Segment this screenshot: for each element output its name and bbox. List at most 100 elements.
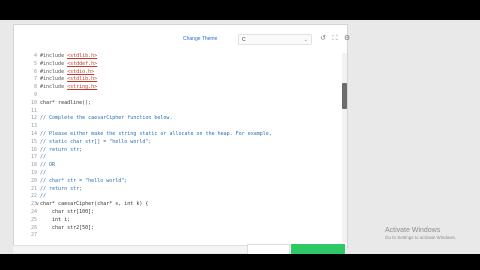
preprocessor-directive: #include (40, 53, 68, 59)
line-number: 17 (30, 154, 37, 161)
code-comment: // return str; (40, 146, 83, 153)
include-header: <stdlib.h> (67, 53, 98, 59)
code-line: 5 #include <stddef.h> (14, 61, 342, 69)
line-number: 24 (30, 208, 37, 215)
code-text: char* caesarCipher(char* s, int k) { (40, 201, 149, 208)
line-code: char str2[50]; (40, 225, 94, 233)
line-code: // return str; (40, 147, 82, 155)
line-code: // Complete the caesarCipher function be… (40, 115, 172, 123)
language-select[interactable]: C ⌄ (238, 34, 312, 45)
line-code: #include <stdlib.h> (40, 76, 97, 84)
scrollbar-thumb[interactable] (342, 83, 347, 109)
include-header: <string.h> (67, 84, 98, 91)
line-number: 23 (30, 201, 37, 208)
line-number: 21 (30, 185, 37, 192)
code-comment: // (40, 154, 47, 161)
code-comment: // return str; (40, 185, 83, 192)
video-letterbox-top (0, 0, 480, 20)
line-number: 18 (30, 162, 37, 169)
line-code: // return str; (40, 186, 82, 194)
line-number: 14 (30, 130, 37, 137)
line-number: 6 (33, 68, 37, 75)
line-number: 11 (30, 107, 37, 114)
line-number: 5 (33, 60, 37, 67)
line-number: 7 (33, 76, 37, 83)
line-number: 19 (30, 169, 37, 176)
line-code: #include <stddef.h> (40, 61, 97, 69)
line-code: // (40, 154, 46, 162)
preprocessor-directive: #include (40, 76, 68, 83)
activate-windows-watermark: Activate Windows Go to Settings to activ… (385, 227, 456, 240)
editor-toolbar: Change Theme C ⌄ ↺ ⛶ ⚙ (14, 25, 350, 53)
code-line: 8 #include <string.h> (14, 84, 342, 92)
code-line: 18// OR (14, 162, 342, 170)
include-header: <stdlib.h> (67, 76, 98, 83)
settings-icon[interactable]: ⚙ (342, 34, 352, 44)
code-comment: // OR (40, 162, 56, 169)
line-code: #include <string.h> (40, 84, 97, 92)
line-number: 20 (30, 177, 37, 184)
preprocessor-directive: #include (40, 68, 68, 75)
code-comment: // (40, 169, 47, 176)
code-line: 13 (14, 123, 342, 131)
line-number: 27 (30, 232, 37, 239)
line-code: // (40, 193, 46, 201)
line-code: int i; (40, 217, 70, 225)
preprocessor-directive: #include (40, 84, 68, 91)
change-theme-link[interactable]: Change Theme (183, 36, 217, 42)
include-header: <stdio.h> (67, 68, 95, 75)
line-code: // OR (40, 162, 55, 170)
code-text: char* readline(); (40, 99, 92, 106)
line-number: 25 (30, 216, 37, 223)
code-text: char str[100]; (40, 208, 95, 215)
chevron-down-icon: ⌄ (303, 37, 308, 43)
code-line: 20// char* str = "hello world"; (14, 178, 342, 186)
code-area[interactable]: 4 #include <stdlib.h> 5 #include <stddef.h>… (14, 53, 342, 243)
code-comment: // Please either make the string static … (40, 130, 272, 137)
code-line: 7 #include <stdlib.h> (14, 76, 342, 84)
fullscreen-icon[interactable]: ⛶ (330, 34, 340, 44)
line-number: 26 (30, 224, 37, 231)
code-line: 6 #include <stdio.h> (14, 69, 342, 77)
submit-code-button[interactable] (291, 244, 345, 254)
code-comment: // (40, 193, 47, 200)
line-number: 4 (33, 53, 37, 59)
fold-chevron-icon[interactable]: ∨ (36, 201, 39, 209)
line-code: char* readline(); (40, 100, 91, 108)
include-header: <stddef.h> (67, 60, 98, 67)
preprocessor-directive: #include (40, 60, 68, 67)
code-line: 15// static char str[] = "hello world"; (14, 139, 342, 147)
watermark-title: Activate Windows (385, 227, 441, 234)
watermark-subtitle: Go to Settings to activate Windows. (385, 235, 457, 240)
line-number: 22 (30, 193, 37, 200)
code-line: 16// return str; (14, 147, 342, 155)
line-number: 12 (30, 115, 37, 122)
code-line: 22// (14, 193, 342, 201)
line-number: 10 (30, 99, 37, 106)
editor-scrollbar[interactable] (342, 53, 347, 243)
code-line: 14// Please either make the string stati… (14, 131, 342, 139)
line-code: #include <stdlib.h> (40, 53, 97, 61)
line-number: 16 (30, 146, 37, 153)
line-number: 9 (33, 91, 37, 98)
code-line: 21// return str; (14, 186, 342, 194)
line-code: ∨ char* caesarCipher(char* s, int k) { (36, 201, 149, 209)
code-line: 12// Complete the caesarCipher function … (14, 115, 342, 123)
history-icon[interactable]: ↺ (318, 34, 328, 44)
line-code: // Please either make the string static … (40, 131, 272, 139)
line-code: // (40, 170, 46, 178)
line-number: 8 (33, 84, 37, 91)
language-value: C (242, 37, 246, 43)
code-text: char str2[50]; (40, 224, 95, 231)
code-line: 9 (14, 92, 342, 100)
code-comment: // char* str = "hello world"; (40, 177, 128, 184)
code-text: int i; (40, 216, 71, 223)
line-number: 13 (30, 123, 37, 130)
code-line: 25 int i; (14, 217, 342, 225)
code-line: 17// (14, 154, 342, 162)
code-line: 11 (14, 108, 342, 116)
line-code: char str[100]; (40, 209, 94, 217)
code-line: 19// (14, 170, 342, 178)
code-line: 26 char str2[50]; (14, 225, 342, 233)
code-line: 10 char* readline(); (14, 100, 342, 108)
